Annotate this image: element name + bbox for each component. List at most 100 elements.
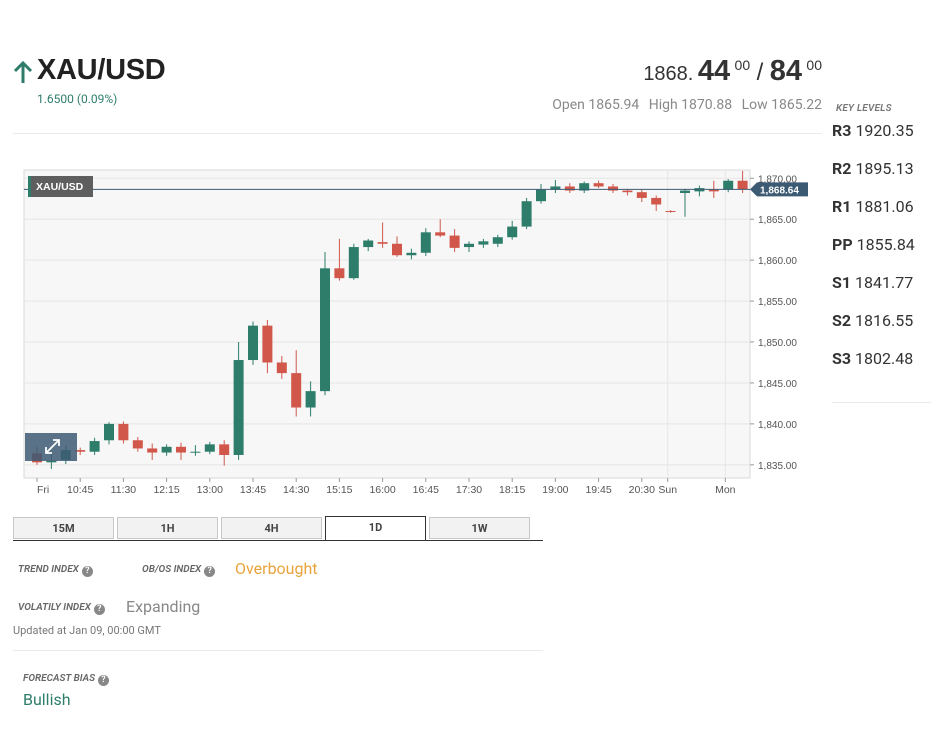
key-levels-title: KEY LEVELS bbox=[836, 103, 892, 114]
candle-body bbox=[89, 441, 100, 452]
tab-1d[interactable]: 1D bbox=[325, 516, 426, 541]
bid-pips: 44 bbox=[697, 55, 731, 87]
candle-body bbox=[420, 232, 431, 253]
candle-body bbox=[651, 197, 662, 205]
volatility-index-label: VOLATILY INDEX? bbox=[18, 602, 105, 615]
help-icon[interactable]: ? bbox=[204, 566, 216, 577]
key-level-pp: PP 1855.84 bbox=[832, 235, 915, 254]
obos-index-value: Overbought bbox=[235, 559, 318, 578]
x-tick-label: 11:30 bbox=[111, 484, 137, 496]
candle-body bbox=[176, 446, 186, 453]
price-change: 1.6500 (0.09%) bbox=[37, 92, 118, 106]
candle-body bbox=[305, 391, 316, 408]
expand-chart-button[interactable] bbox=[25, 433, 77, 461]
candle-body bbox=[348, 247, 359, 279]
candle-body bbox=[723, 180, 734, 190]
obos-index-label: OB/OS INDEX? bbox=[142, 564, 216, 577]
candle-body bbox=[536, 189, 546, 202]
high-value: High 1870.88 bbox=[648, 97, 733, 113]
x-tick-label: Mon bbox=[715, 484, 736, 496]
y-tick-label: 1,855.00 bbox=[758, 297, 797, 308]
volatility-index-value: Expanding bbox=[126, 597, 201, 616]
candle-body bbox=[737, 180, 748, 190]
help-icon[interactable]: ? bbox=[93, 604, 105, 615]
candle-body bbox=[363, 240, 374, 248]
x-tick-label: 19:45 bbox=[585, 484, 611, 496]
candle-body bbox=[161, 446, 172, 453]
x-tick-label: 16:45 bbox=[413, 484, 439, 496]
candle-body bbox=[593, 183, 604, 187]
x-tick-label: Sun bbox=[658, 484, 677, 496]
tabs-underline bbox=[13, 540, 543, 541]
price-separator: / bbox=[756, 59, 764, 86]
plot-area bbox=[23, 169, 751, 479]
current-price-label: 1,868.64 bbox=[760, 185, 799, 196]
candlestick-chart[interactable]: 1,835.00 1,840.00 1,845.00 1,850.00 1,855.00… bbox=[13, 155, 815, 500]
ohl-stats: Open 1865.94 High 1870.88 Low 1865.22 bbox=[540, 97, 822, 113]
updated-timestamp: Updated at Jan 09, 00:00 GMT bbox=[13, 624, 161, 637]
x-tick-label: 17:30 bbox=[456, 484, 482, 496]
candle-body bbox=[608, 186, 618, 191]
symbol-label-accent bbox=[28, 176, 31, 197]
candle-body bbox=[636, 192, 647, 198]
y-tick-label: 1,865.00 bbox=[758, 215, 797, 226]
x-tick-label: 12:15 bbox=[153, 484, 179, 496]
candle-body bbox=[464, 243, 474, 248]
candle-body bbox=[276, 362, 287, 374]
candle-body bbox=[204, 444, 215, 452]
candle-body bbox=[492, 237, 503, 244]
y-tick-label: 1,835.00 bbox=[758, 461, 797, 472]
low-value: Low 1865.22 bbox=[741, 97, 822, 113]
x-tick-label: 19:00 bbox=[542, 484, 568, 496]
candle-body bbox=[521, 201, 532, 227]
header-divider bbox=[13, 133, 822, 134]
x-tick-label: 16:00 bbox=[369, 484, 395, 496]
candle-body bbox=[118, 423, 129, 441]
candle-body bbox=[132, 440, 143, 449]
y-tick-label: 1,860.00 bbox=[758, 256, 797, 267]
trend-index-label: TREND INDEX? bbox=[18, 564, 93, 577]
x-tick-label: Fri bbox=[37, 484, 49, 496]
candle-body bbox=[449, 235, 460, 248]
x-tick-label: 13:00 bbox=[197, 484, 223, 496]
x-tick-label: 20:30 bbox=[629, 484, 655, 496]
candle-body bbox=[680, 190, 690, 194]
indices-divider bbox=[13, 650, 543, 651]
candle-body bbox=[377, 242, 388, 244]
key-level-r3: R3 1920.35 bbox=[832, 121, 914, 140]
forecast-bias-label: FORECAST BIAS? bbox=[23, 673, 109, 686]
y-tick-label: 1,845.00 bbox=[758, 379, 797, 390]
x-tick-label: 10:45 bbox=[67, 484, 93, 496]
bid-ask-price: 1868. 44 00 / 84 00 bbox=[560, 55, 822, 88]
key-level-s1: S1 1841.77 bbox=[832, 273, 914, 292]
candle-body bbox=[190, 451, 201, 453]
tab-4h[interactable]: 4H bbox=[221, 517, 322, 539]
forecast-bias-value: Bullish bbox=[23, 690, 71, 709]
candle-body bbox=[435, 232, 446, 236]
symbol-label: XAU/USD bbox=[36, 181, 84, 193]
candle-body bbox=[406, 252, 417, 256]
open-value: Open 1865.94 bbox=[552, 97, 640, 113]
x-tick-label: 13:45 bbox=[240, 484, 266, 496]
candle-body bbox=[262, 325, 273, 363]
arrow-up-icon bbox=[13, 60, 33, 83]
candle-body bbox=[320, 268, 330, 392]
candle-body bbox=[507, 226, 518, 238]
candle-body bbox=[219, 444, 230, 455]
help-icon[interactable]: ? bbox=[81, 566, 93, 577]
candle-body bbox=[147, 448, 158, 453]
tab-1h[interactable]: 1H bbox=[117, 517, 218, 539]
tab-1w[interactable]: 1W bbox=[429, 517, 530, 539]
candle-body bbox=[665, 211, 676, 213]
candle-body bbox=[622, 190, 633, 193]
bid-fraction: 00 bbox=[734, 57, 751, 73]
key-level-s3: S3 1802.48 bbox=[832, 349, 914, 368]
x-tick-label: 15:15 bbox=[326, 484, 352, 496]
key-level-s2: S2 1816.55 bbox=[832, 311, 914, 330]
tab-15m[interactable]: 15M bbox=[13, 517, 114, 539]
ask-fraction: 00 bbox=[806, 57, 822, 73]
help-icon[interactable]: ? bbox=[98, 675, 109, 686]
y-tick-label: 1,850.00 bbox=[758, 338, 797, 349]
price-prefix: 1868. bbox=[643, 63, 694, 85]
candle-body bbox=[248, 325, 258, 361]
